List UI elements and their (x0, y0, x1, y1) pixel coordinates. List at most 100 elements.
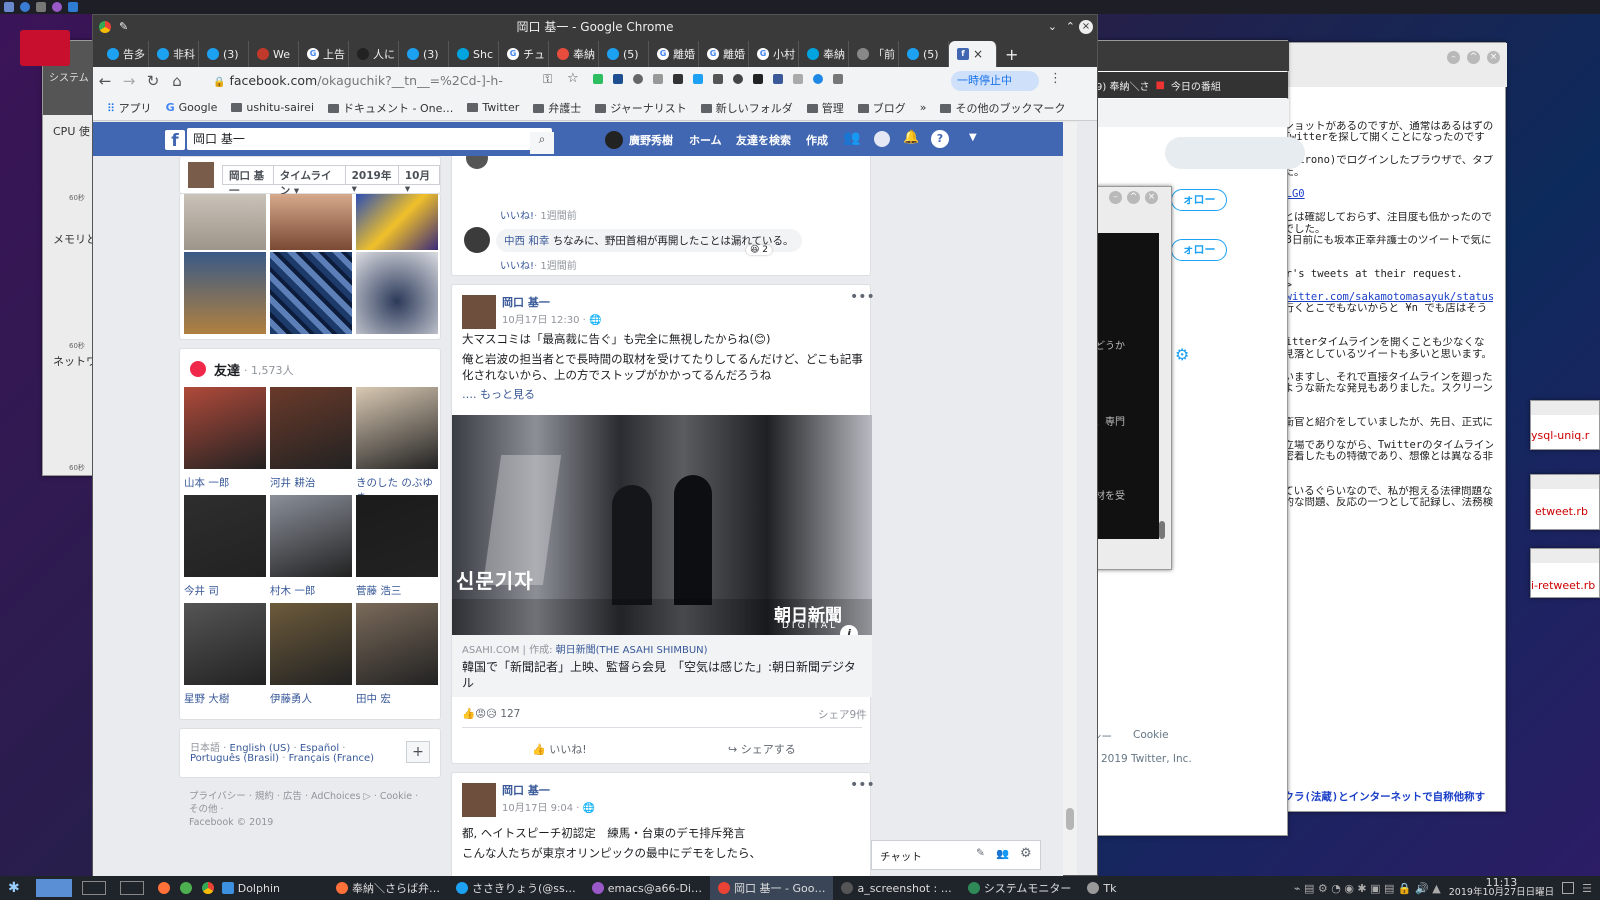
firefox-icon[interactable] (157, 882, 170, 894)
taskbar-task[interactable]: emacs@a66-Di… (584, 876, 710, 900)
lang-portuguese[interactable]: Português (Brasil) (190, 753, 279, 764)
close-icon[interactable]: × (1487, 51, 1500, 64)
facebook-logo-icon[interactable]: f (165, 130, 185, 151)
friend-name[interactable]: 星野 大樹 (184, 691, 229, 706)
bookmark-item[interactable]: ドキュメント - One… (328, 100, 453, 116)
close-tab-icon[interactable]: × (973, 47, 983, 61)
more-options-icon[interactable]: ••• (850, 289, 875, 305)
pocket-icon[interactable] (633, 74, 643, 84)
menu-icon[interactable]: ⋮ (1049, 71, 1062, 86)
globe-icon[interactable] (20, 2, 30, 12)
compose-icon[interactable]: ✎ (976, 847, 985, 859)
show-desktop-icon[interactable] (1562, 882, 1575, 894)
maximize-icon[interactable]: ^ (1467, 51, 1480, 64)
page-scrollbar[interactable] (1063, 122, 1077, 875)
friend-name[interactable]: 伊藤勇人 (270, 691, 312, 706)
bookmark-item[interactable]: ジャーナリスト (595, 100, 687, 116)
browser-tab[interactable]: 奉納 (549, 41, 599, 67)
extension-icon[interactable] (813, 74, 823, 84)
photo-thumbnail[interactable] (270, 194, 352, 250)
comment-author[interactable]: 中西 和幸 (504, 235, 549, 247)
forward-icon[interactable]: → (117, 72, 141, 90)
post-time[interactable]: 10月17日 12:30 · 🌐 (502, 311, 601, 326)
bookmark-item[interactable]: ブログ (857, 100, 906, 116)
extension-icon[interactable] (653, 74, 663, 84)
browser-tab[interactable]: 奉納 (799, 41, 849, 67)
new-tab-button[interactable]: + (997, 41, 1027, 67)
photo-thumbnail[interactable] (356, 252, 438, 334)
link-title[interactable]: 韓国で「新聞記者」上映、監督ら会見 「空気は感じた」:朝日新聞デジタル (462, 659, 862, 691)
browser-tab[interactable]: G チュ (499, 41, 549, 67)
comment-like-link[interactable]: いいね! (500, 211, 534, 222)
photo-thumbnail[interactable] (270, 252, 352, 334)
friend-photo[interactable] (356, 495, 438, 577)
messenger-icon[interactable] (874, 131, 890, 147)
facebook-search-input[interactable]: 岡口 基一 (187, 128, 552, 150)
browser-tab[interactable]: (3) (199, 41, 249, 67)
terminal-icon[interactable] (36, 2, 46, 12)
window-icon[interactable] (68, 2, 78, 12)
start-menu-icon[interactable]: ✱ (0, 876, 28, 900)
browser-tab[interactable]: 「前 (849, 41, 899, 67)
footer-links[interactable]: プライバシー · 規約 · 広告 · AdChoices ▷ · Cookie … (189, 790, 418, 803)
editor-text-area[interactable]: ンショットがあるのですが、通常はあるはずの のTwitterを探して開くことになっ… (1273, 121, 1493, 508)
clock[interactable]: 11:13 2019年10月27日日曜日 (1449, 877, 1554, 898)
tab-facebook-active[interactable]: f × (949, 41, 997, 67)
browser-tab[interactable]: (5) (599, 41, 649, 67)
app-icon[interactable] (179, 882, 192, 894)
chevron-down-icon[interactable]: ▼ (969, 132, 977, 143)
bookmark-item[interactable]: 新しいフォルダ (700, 100, 793, 116)
folder-desktop-icon[interactable] (20, 30, 70, 66)
friend-name[interactable]: 河井 耕治 (270, 475, 315, 490)
friend-photo[interactable] (270, 603, 352, 685)
window-titlebar[interactable]: ✎ 岡口 基一 - Google Chrome ⌄ ⌃ × (93, 15, 1097, 39)
browser-tab[interactable]: We (249, 41, 299, 67)
taskbar-task[interactable]: 奉納＼さらば弁… (328, 876, 448, 900)
year-dropdown[interactable]: 2019年 ▾ (346, 166, 399, 195)
key-icon[interactable]: ⚿ (543, 72, 552, 87)
emacs-icon[interactable] (52, 2, 62, 12)
reaction-summary[interactable]: 👍😡😥 127 (462, 707, 520, 720)
search-icon[interactable]: ⌕ (530, 132, 554, 154)
link-preview-image[interactable]: 신문기자 朝日新聞 DIGITAL i (452, 415, 872, 635)
evernote-icon[interactable] (593, 74, 603, 84)
friend-photo[interactable] (184, 603, 266, 685)
extension-icon[interactable] (733, 74, 743, 84)
tab-hounou[interactable]: 9) 奉納＼さ (1096, 78, 1149, 93)
close-icon[interactable]: × (1145, 191, 1158, 204)
extension-icon[interactable] (613, 74, 623, 84)
bookmark-item[interactable]: 弁護士 (533, 100, 581, 116)
link-preview-meta[interactable]: ASAHI.COM | 作成: 朝日新聞(THE ASAHI SHIMBUN) … (452, 635, 872, 697)
avatar[interactable] (605, 131, 623, 149)
minimize-icon[interactable]: – (1447, 51, 1460, 64)
friend-photo[interactable] (356, 603, 438, 685)
minimize-icon[interactable]: ⌄ (1048, 15, 1057, 39)
timeline-name-tab[interactable]: 岡口 基一 (223, 166, 274, 197)
sync-paused-button[interactable]: 一時停止中 (951, 71, 1039, 91)
notifications-icon[interactable]: 🔔 (903, 130, 919, 145)
extension-icon[interactable] (753, 74, 763, 84)
friend-photo[interactable] (184, 495, 266, 577)
chrome-icon[interactable] (201, 882, 214, 894)
browser-tab[interactable]: G 離婚 (649, 41, 699, 67)
bookmark-item[interactable]: G Google (166, 101, 218, 114)
post-author[interactable]: 岡口 基一 (502, 294, 550, 310)
more-options-icon[interactable]: ••• (850, 777, 875, 793)
post-author[interactable]: 岡口 基一 (502, 782, 550, 798)
scrollbar-thumb[interactable] (1066, 808, 1074, 830)
nav-find-friends[interactable]: 友達を検索 (736, 132, 791, 148)
like-button[interactable]: 👍 いいね! (532, 741, 587, 757)
browser-tab[interactable]: G 離婚 (699, 41, 749, 67)
share-button[interactable]: ↪ シェアする (728, 741, 796, 757)
browser-tab[interactable]: 非科 (149, 41, 199, 67)
post-time[interactable]: 10月17日 9:04 · 🌐 (502, 799, 595, 814)
extension-icon[interactable] (793, 74, 803, 84)
avatar[interactable] (188, 162, 214, 188)
browser-tab[interactable]: G 上告 (299, 41, 349, 67)
avatar[interactable] (462, 295, 496, 329)
tab-today-program[interactable]: 今日の番組 (1171, 78, 1221, 93)
browser-tab[interactable]: Shc (449, 41, 499, 67)
bookmark-item[interactable]: 管理 (806, 100, 844, 116)
maximize-icon[interactable]: ⌃ (1066, 15, 1075, 39)
see-more-link[interactable]: …. もっと見る (462, 387, 864, 403)
